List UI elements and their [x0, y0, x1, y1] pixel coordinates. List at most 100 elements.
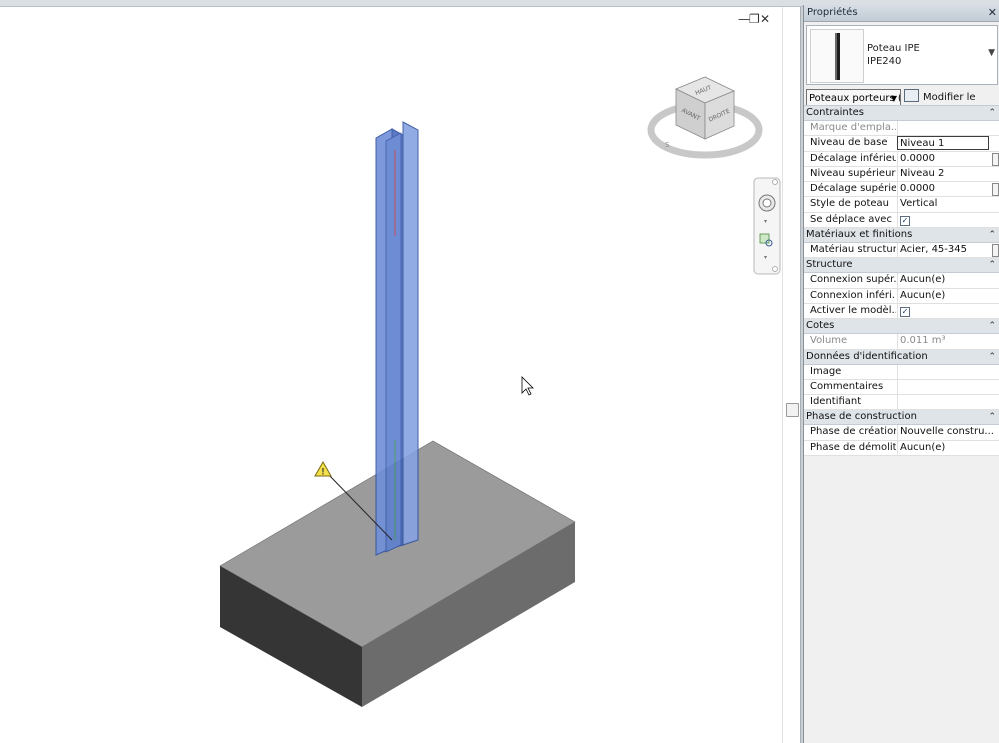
minimize-view-icon[interactable]: —: [738, 12, 750, 26]
property-value[interactable]: 0.0000: [897, 182, 999, 197]
properties-title: Propriétés: [807, 7, 858, 18]
property-value[interactable]: Aucun(e): [897, 440, 999, 456]
warning-icon[interactable]: !: [314, 460, 332, 477]
property-value: [897, 121, 999, 136]
chevron-down-icon[interactable]: ▼: [988, 48, 995, 58]
collapse-icon[interactable]: ⌃: [988, 319, 996, 333]
instance-filter-value: Poteaux porteurs (1): [809, 93, 900, 104]
value-browse-button[interactable]: [992, 152, 999, 166]
3d-viewport[interactable]: ! HAUT AVANT DROITE S ▾ ▾: [0, 7, 782, 743]
property-row[interactable]: Volume 0.011 m³: [804, 334, 999, 350]
property-row[interactable]: Image: [804, 364, 999, 380]
property-row[interactable]: Marque d'empla...: [804, 121, 999, 137]
property-label: Niveau de base: [810, 137, 888, 149]
category-header[interactable]: Cotes ⌃: [804, 319, 999, 335]
property-label: Connexion supér...: [810, 274, 896, 286]
property-row[interactable]: Niveau de base Niveau 1: [804, 136, 999, 152]
property-row[interactable]: Décalage inférieur 0.0000: [804, 151, 999, 167]
collapse-icon[interactable]: ⌃: [988, 258, 996, 272]
view-window-controls: —❐✕: [738, 12, 771, 26]
property-value[interactable]: 0.0000: [897, 151, 999, 166]
property-value-text: Niveau 1: [900, 138, 945, 150]
property-value-text: Nouvelle constru...: [900, 426, 994, 438]
property-label: Volume: [810, 335, 848, 347]
property-label: Commentaires: [810, 380, 884, 392]
model-canvas[interactable]: ! HAUT AVANT DROITE S ▾ ▾: [0, 7, 782, 743]
svg-text:▾: ▾: [764, 254, 767, 261]
collapse-icon[interactable]: ⌃: [988, 228, 996, 242]
property-value-text: Acier, 45-345: [900, 244, 967, 256]
property-value[interactable]: [897, 395, 999, 410]
category-header[interactable]: Structure ⌃: [804, 258, 999, 274]
property-value-text: Vertical: [900, 198, 938, 210]
close-icon[interactable]: ✕: [988, 5, 997, 21]
property-row[interactable]: Activer le modèl... ✓: [804, 303, 999, 320]
property-row[interactable]: Se déplace avec l... ✓: [804, 212, 999, 229]
value-browse-button[interactable]: [992, 244, 999, 258]
property-value[interactable]: Niveau 2: [897, 166, 999, 182]
svg-text:!: !: [322, 467, 325, 477]
property-value[interactable]: Aucun(e): [897, 273, 999, 288]
property-value[interactable]: [897, 379, 999, 395]
scrollbar-thumb[interactable]: [786, 403, 799, 417]
category-header[interactable]: Données d'identification ⌃: [804, 349, 999, 365]
edit-type-icon: [904, 89, 919, 102]
edit-type-button[interactable]: Modifier le type: [904, 89, 998, 120]
property-value[interactable]: [897, 364, 999, 379]
category-label: Matériaux et finitions: [806, 229, 913, 241]
properties-palette: Propriétés ✕ Poteau IPE IPE240 ▼ Poteaux…: [803, 5, 999, 743]
collapse-icon[interactable]: ⌃: [988, 350, 996, 364]
steering-wheel-icon[interactable]: [758, 194, 776, 212]
property-row[interactable]: Commentaires: [804, 379, 999, 396]
close-view-icon[interactable]: ✕: [760, 12, 771, 26]
properties-grid: Contraintes ⌃ Marque d'empla... Niveau de b…: [804, 105, 999, 457]
mouse-cursor-icon: [521, 376, 534, 396]
property-row[interactable]: Niveau supérieur Niveau 2: [804, 166, 999, 183]
property-row[interactable]: Matériau structurel Acier, 45-345: [804, 243, 999, 259]
steel-column[interactable]: [375, 121, 419, 556]
property-value-text: 0.011 m³: [900, 335, 946, 347]
category-header[interactable]: Contraintes ⌃: [804, 106, 999, 121]
property-label: Se déplace avec l...: [810, 213, 896, 225]
type-name: IPE240: [867, 56, 902, 67]
property-label: Décalage supérieur: [810, 183, 896, 195]
viewcube[interactable]: HAUT AVANT DROITE S: [647, 76, 763, 159]
type-thumbnail: [810, 29, 864, 83]
navigation-bar[interactable]: ▾ ▾: [753, 177, 781, 275]
collapse-icon[interactable]: ⌃: [988, 106, 996, 120]
property-label: Décalage inférieur: [810, 152, 896, 164]
property-value[interactable]: ✓: [897, 303, 999, 319]
properties-title-bar: Propriétés ✕: [804, 5, 999, 22]
property-value[interactable]: Aucun(e): [897, 288, 999, 303]
category-header[interactable]: Phase de construction ⌃: [804, 410, 999, 426]
property-label: Connexion inféri...: [810, 289, 896, 301]
type-selector[interactable]: Poteau IPE IPE240 ▼: [806, 25, 998, 85]
svg-text:▾: ▾: [764, 218, 767, 225]
property-value[interactable]: Vertical: [897, 197, 999, 212]
property-row[interactable]: Style de poteau Vertical: [804, 197, 999, 213]
property-row[interactable]: Décalage supérieur 0.0000: [804, 182, 999, 198]
category-label: Structure: [806, 259, 853, 271]
checkbox[interactable]: ✓: [900, 215, 910, 226]
property-label: Style de poteau: [810, 198, 889, 210]
property-label: Activer le modèl...: [810, 304, 896, 316]
property-value[interactable]: ✓: [897, 212, 999, 228]
property-value[interactable]: Nouvelle constru...: [897, 425, 999, 440]
category-header[interactable]: Matériaux et finitions ⌃: [804, 228, 999, 244]
property-row[interactable]: Connexion inféri... Aucun(e): [804, 288, 999, 304]
property-value-text: Niveau 2: [900, 167, 945, 179]
type-family-name: Poteau IPE: [867, 43, 920, 54]
property-value[interactable]: Acier, 45-345: [897, 243, 999, 258]
property-value: 0.011 m³: [897, 334, 999, 349]
property-row[interactable]: Phase de création Nouvelle constru...: [804, 425, 999, 441]
viewport-scrollbar[interactable]: [782, 7, 801, 743]
property-value[interactable]: Niveau 1: [897, 136, 989, 151]
collapse-icon[interactable]: ⌃: [988, 410, 996, 424]
value-browse-button[interactable]: [992, 183, 999, 197]
restore-view-icon[interactable]: ❐: [749, 12, 760, 26]
viewcube-compass-s: S: [665, 141, 670, 149]
property-row[interactable]: Phase de démolit... Aucun(e): [804, 440, 999, 457]
property-row[interactable]: Connexion supér... Aucun(e): [804, 273, 999, 289]
checkbox[interactable]: ✓: [900, 306, 910, 317]
property-row[interactable]: Identifiant: [804, 395, 999, 411]
